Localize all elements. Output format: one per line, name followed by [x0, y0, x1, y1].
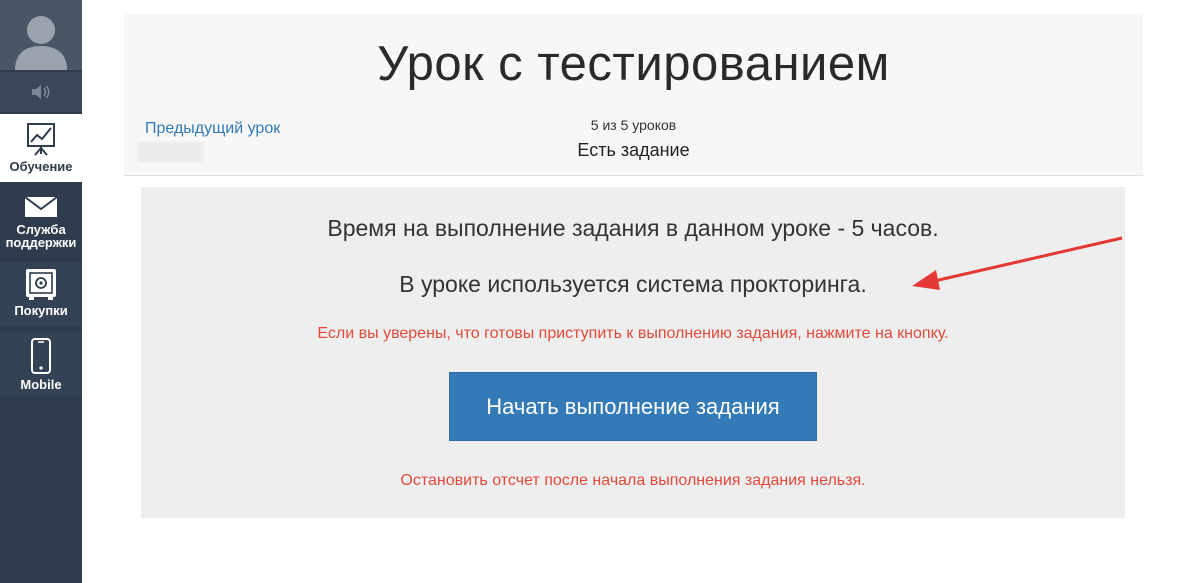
- sidebar: Обучение Служба поддержки Покупки Mobile: [0, 0, 82, 583]
- start-task-button[interactable]: Начать выполнение задания: [449, 372, 817, 441]
- annotation-arrow-icon: [912, 236, 1123, 290]
- sidebar-item-purchases[interactable]: Покупки: [0, 262, 82, 326]
- sidebar-item-label: Mobile: [20, 377, 62, 392]
- sidebar-item-label: Покупки: [14, 303, 68, 318]
- sidebar-item-support[interactable]: Служба поддержки: [0, 188, 82, 256]
- user-silhouette-icon: [15, 16, 67, 70]
- chart-board-icon: [27, 123, 55, 156]
- lesson-header: Урок с тестированием Предыдущий урок 5 и…: [124, 14, 1143, 176]
- speaker-icon: [32, 85, 50, 99]
- start-warning-text: Если вы уверены, что готовы приступить к…: [317, 325, 949, 342]
- page-title: Урок с тестированием: [377, 37, 890, 91]
- sound-toggle[interactable]: [0, 72, 82, 112]
- safe-icon: [26, 269, 56, 300]
- sidebar-item-label: Обучение: [9, 159, 73, 174]
- stop-warning-text: Остановить отсчет после начала выполнени…: [400, 472, 866, 489]
- sidebar-item-mobile[interactable]: Mobile: [0, 332, 82, 396]
- lesson-counter: 5 из 5 уроков: [590, 117, 677, 133]
- avatar[interactable]: [0, 0, 82, 70]
- phone-icon: [31, 338, 51, 374]
- lesson-status: Есть задание: [577, 140, 690, 160]
- sidebar-item-label: Служба поддержки: [5, 222, 77, 250]
- sidebar-item-learning[interactable]: Обучение: [0, 114, 82, 182]
- envelope-icon: [24, 196, 58, 217]
